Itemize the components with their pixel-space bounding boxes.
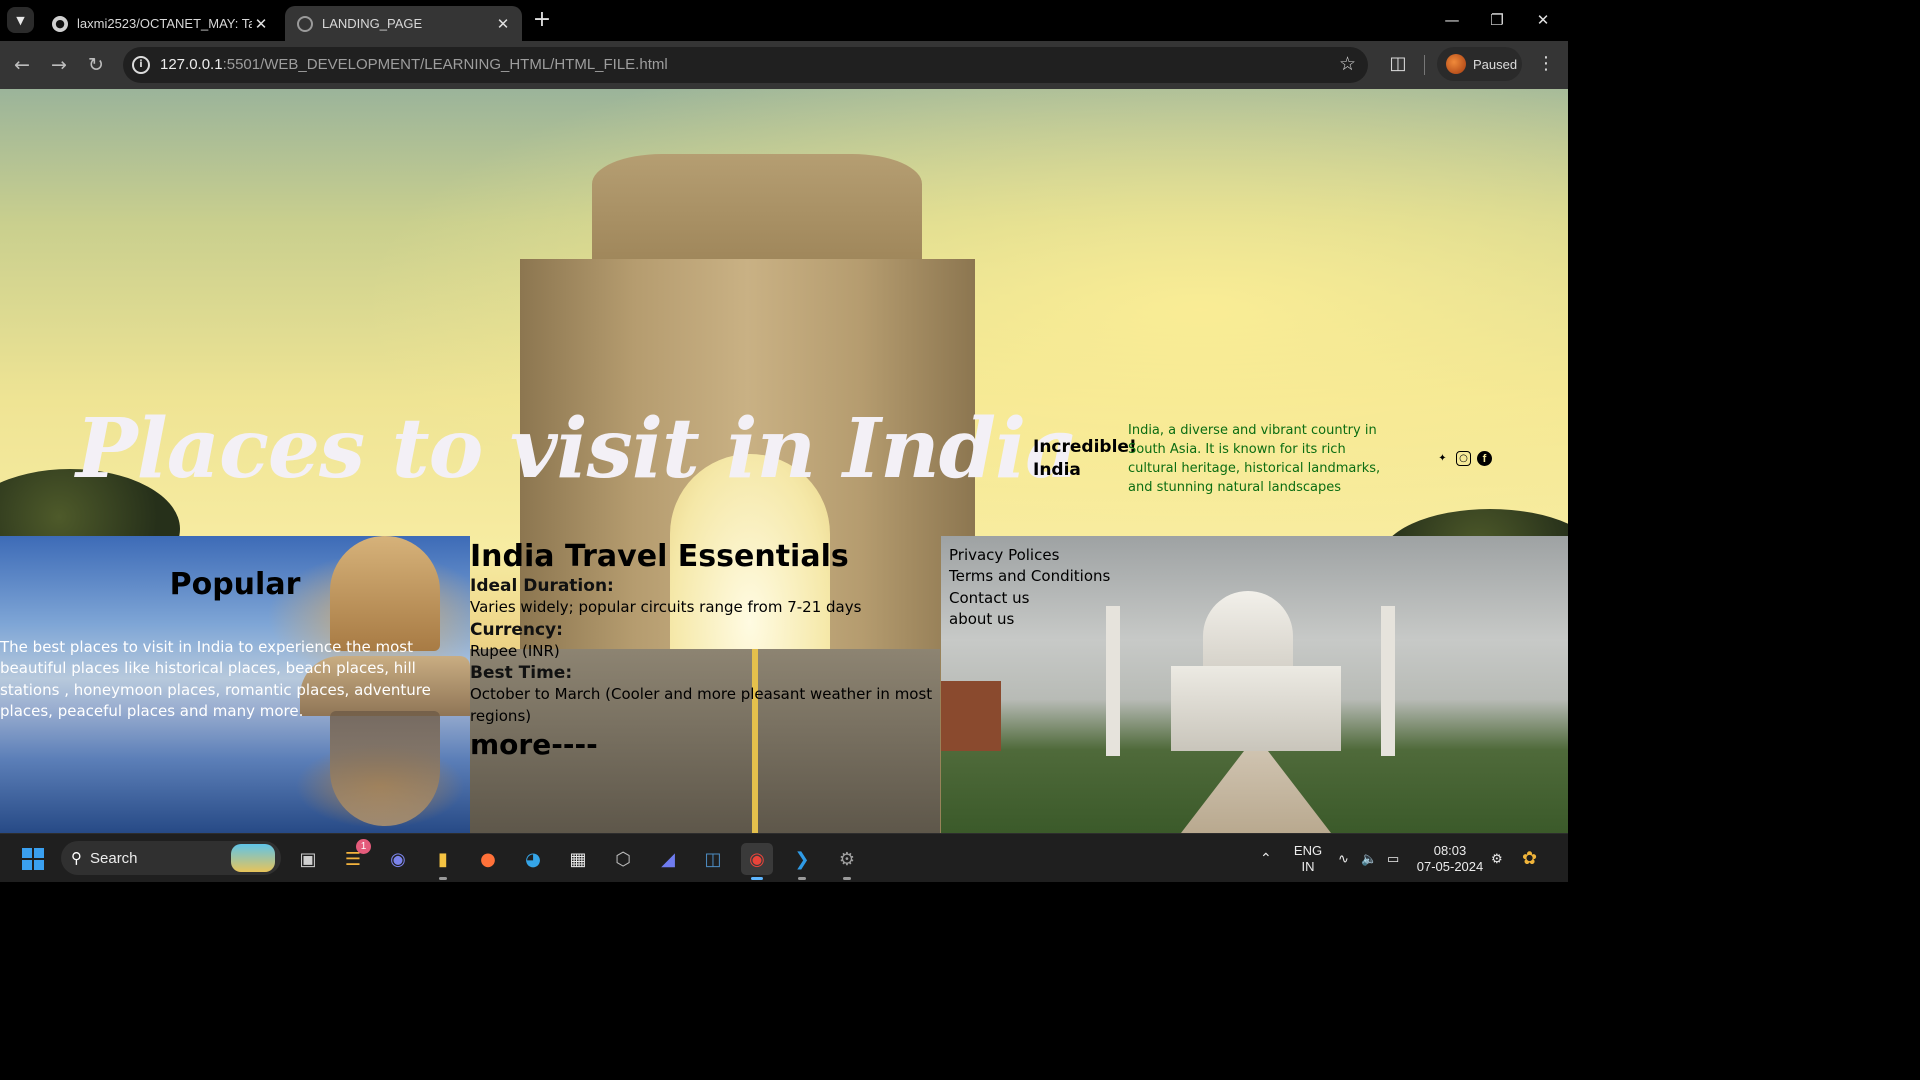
- instagram-icon[interactable]: ○: [1456, 451, 1471, 466]
- chevron-down-icon: ▼: [16, 13, 25, 27]
- footer-section: Privacy Polices Terms and Conditions Con…: [941, 536, 1568, 833]
- unity-icon[interactable]: ⬡: [607, 843, 639, 875]
- essentials-section: India Travel Essentials Ideal Duration: …: [470, 536, 940, 833]
- url-text: 127.0.0.1:5501/WEB_DEVELOPMENT/LEARNING_…: [160, 56, 668, 73]
- close-tab-icon[interactable]: ✕: [252, 15, 270, 33]
- chevron-up-icon[interactable]: ⌃: [1260, 834, 1272, 883]
- tab-search-button[interactable]: ▼: [7, 7, 34, 33]
- avatar: [1446, 54, 1466, 74]
- privacy-policies-link[interactable]: Privacy Polices: [949, 545, 1110, 566]
- essentials-heading: India Travel Essentials: [470, 539, 849, 574]
- reload-icon[interactable]: ↻: [83, 53, 109, 77]
- url-host: 127.0.0.1: [160, 56, 223, 73]
- close-window-icon[interactable]: ✕: [1530, 8, 1556, 32]
- start-button[interactable]: [17, 843, 49, 875]
- popular-heading: Popular: [169, 567, 301, 602]
- address-bar[interactable]: i 127.0.0.1:5501/WEB_DEVELOPMENT/LEARNIN…: [123, 47, 1368, 83]
- popular-text: The best places to visit in India to exp…: [0, 638, 431, 720]
- task-view-icon[interactable]: ▣: [292, 843, 324, 875]
- globe-icon: [297, 15, 313, 32]
- vscode-alt-icon[interactable]: ◢: [652, 843, 684, 875]
- region-code: IN: [1301, 858, 1315, 874]
- settings-icon[interactable]: ⚙: [831, 843, 863, 880]
- notification-badge: 1: [356, 839, 371, 854]
- store-icon[interactable]: ▦: [562, 843, 594, 875]
- menu-icon[interactable]: ⋮: [1536, 53, 1556, 77]
- taj-mahal-image: [1171, 666, 1341, 751]
- battery-icon[interactable]: ▭: [1387, 834, 1399, 883]
- popular-section: Popular The best places to visit in Indi…: [0, 536, 470, 833]
- best-time-value: October to March (Cooler and more pleasa…: [470, 685, 933, 725]
- teams-icon[interactable]: ◉: [382, 843, 414, 875]
- search-label: Search: [90, 849, 138, 867]
- site-info-icon[interactable]: i: [132, 56, 150, 74]
- garden-path-image: [1181, 751, 1331, 833]
- search-highlight-icon: [231, 844, 275, 872]
- duration-value: Varies widely; popular circuits range fr…: [470, 598, 862, 616]
- windows-taskbar: ⚲ Search ▣ ☰ 1 ◉ ▮ ● ◕ ▦ ⬡ ◢ ◫ ◉ ❯ ⚙ ⌃ EN…: [0, 833, 1568, 882]
- back-icon[interactable]: ←: [9, 53, 35, 77]
- mysql-workbench-icon[interactable]: ◫: [697, 843, 729, 875]
- url-path: :5501/WEB_DEVELOPMENT/LEARNING_HTML/HTML…: [222, 56, 668, 73]
- new-tab-button[interactable]: +: [531, 9, 553, 31]
- close-tab-icon[interactable]: ✕: [494, 15, 512, 33]
- minaret-image: [1381, 606, 1395, 756]
- widgets-icon[interactable]: ☰ 1: [337, 839, 371, 875]
- tab-landing-page[interactable]: LANDING_PAGE ✕: [285, 6, 522, 41]
- bookmark-star-icon[interactable]: ☆: [1339, 53, 1356, 75]
- footer-links: Privacy Polices Terms and Conditions Con…: [949, 545, 1110, 630]
- currency-label: Currency:: [470, 619, 563, 640]
- vscode-icon[interactable]: ❯: [786, 843, 818, 880]
- best-time-label: Best Time:: [470, 663, 573, 683]
- chrome-icon[interactable]: ◉: [741, 843, 773, 880]
- page-viewport: Places to visit in India Incredible! Ind…: [0, 89, 1568, 833]
- social-links: ✦ ○ f: [1435, 451, 1492, 466]
- notification-bell-icon[interactable]: ⚙: [1491, 834, 1503, 883]
- twitter-icon[interactable]: ✦: [1435, 451, 1450, 466]
- volume-icon[interactable]: 🔈: [1361, 834, 1377, 883]
- extensions-icon[interactable]: ◫: [1386, 53, 1410, 77]
- profile-button[interactable]: Paused: [1437, 47, 1522, 81]
- clock[interactable]: 08:03 07-05-2024: [1416, 834, 1484, 883]
- time-text: 08:03: [1433, 842, 1467, 858]
- restore-icon[interactable]: ❐: [1484, 8, 1510, 32]
- lang-code: ENG: [1293, 842, 1323, 858]
- hero-title: Places to visit in India: [76, 401, 1078, 497]
- search-icon: ⚲: [71, 849, 82, 867]
- taskbar-search[interactable]: ⚲ Search: [61, 841, 281, 875]
- tab-title: laxmi2523/OCTANET_MAY: Task: [77, 16, 252, 31]
- brand-logo-text: Incredible! India: [1033, 437, 1137, 480]
- edge-icon[interactable]: ◕: [517, 843, 549, 875]
- currency-value: Rupee (INR): [470, 641, 560, 660]
- reflection-image: [330, 711, 440, 826]
- facebook-icon[interactable]: f: [1477, 451, 1492, 466]
- tab-title: LANDING_PAGE: [322, 16, 423, 31]
- date-text: 07-05-2024: [1416, 858, 1484, 874]
- red-fort-wall-image: [941, 681, 1001, 751]
- tagline: India, a diverse and vibrant country in …: [1128, 423, 1381, 495]
- contact-link[interactable]: Contact us: [949, 588, 1110, 609]
- minimize-icon[interactable]: —: [1439, 8, 1465, 32]
- forward-icon[interactable]: →: [46, 53, 72, 77]
- tab-github[interactable]: ● laxmi2523/OCTANET_MAY: Task ✕: [40, 6, 280, 41]
- file-explorer-icon[interactable]: ▮: [427, 843, 459, 880]
- firefox-icon[interactable]: ●: [472, 843, 504, 875]
- github-icon: ●: [52, 15, 68, 32]
- copilot-icon[interactable]: ✿: [1522, 834, 1537, 883]
- language-indicator[interactable]: ENG IN: [1294, 834, 1322, 883]
- windows-icon: [22, 848, 44, 870]
- duration-label: Ideal Duration:: [470, 576, 614, 596]
- about-link[interactable]: about us: [949, 609, 1110, 630]
- wifi-icon[interactable]: ∿: [1338, 834, 1349, 883]
- toolbar-divider: [1424, 55, 1425, 75]
- more-link[interactable]: more----: [470, 727, 940, 763]
- tab-bar: ▼ ● laxmi2523/OCTANET_MAY: Task ✕ LANDIN…: [0, 0, 1568, 41]
- browser-toolbar: ← → ↻ i 127.0.0.1:5501/WEB_DEVELOPMENT/L…: [0, 41, 1568, 89]
- terms-link[interactable]: Terms and Conditions: [949, 566, 1110, 587]
- profile-status: Paused: [1473, 56, 1518, 72]
